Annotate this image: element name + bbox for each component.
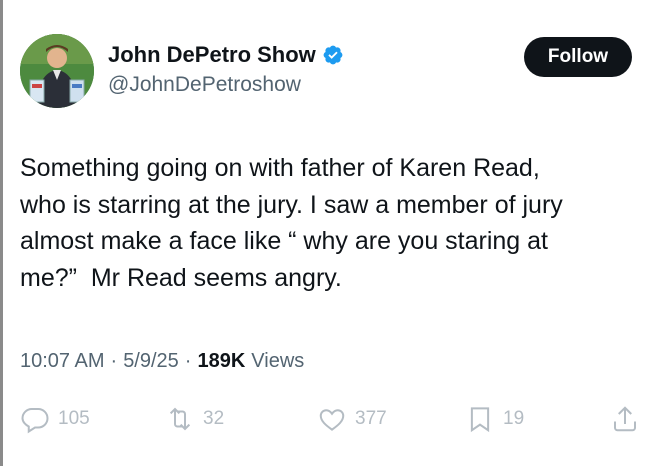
repost-icon	[169, 407, 191, 431]
reply-count: 105	[58, 408, 90, 429]
bookmark-icon	[470, 407, 490, 433]
display-name[interactable]: John DePetro Show	[108, 42, 316, 68]
tweet-header: John DePetro Show @JohnDePetroshow Follo…	[20, 34, 640, 114]
avatar-image	[20, 34, 94, 108]
tweet-meta: 10:07 AM · 5/9/25 · 189K Views	[20, 350, 304, 373]
like-icon	[319, 409, 345, 431]
follow-button[interactable]: Follow	[524, 37, 632, 77]
views-count: 189K	[197, 350, 246, 372]
author-names: John DePetro Show @JohnDePetroshow	[108, 42, 344, 98]
reply-icon	[21, 408, 49, 434]
window-edge	[0, 0, 3, 466]
reply-button[interactable]: 105	[20, 404, 90, 434]
tweet-text: Something going on with father of Karen …	[20, 154, 563, 292]
views-label: Views	[251, 350, 305, 372]
like-count: 377	[355, 408, 387, 429]
bookmark-count: 19	[503, 408, 525, 429]
like-button[interactable]: 377	[317, 404, 387, 434]
repost-button[interactable]: 32	[165, 404, 224, 434]
tweet-date[interactable]: 5/9/25	[123, 350, 179, 373]
handle[interactable]: @JohnDePetroshow	[108, 72, 344, 98]
meta-separator: ·	[110, 350, 118, 372]
share-button[interactable]	[610, 404, 640, 434]
share-icon	[614, 406, 636, 432]
bookmark-button[interactable]: 19	[465, 404, 524, 434]
display-name-row: John DePetro Show	[108, 42, 344, 68]
tweet-time[interactable]: 10:07 AM	[20, 350, 105, 373]
avatar[interactable]	[20, 34, 94, 108]
verified-badge-icon[interactable]	[322, 44, 344, 66]
action-bar: 105 32 377 19	[20, 404, 642, 440]
meta-separator: ·	[184, 350, 192, 372]
repost-count: 32	[203, 408, 225, 429]
